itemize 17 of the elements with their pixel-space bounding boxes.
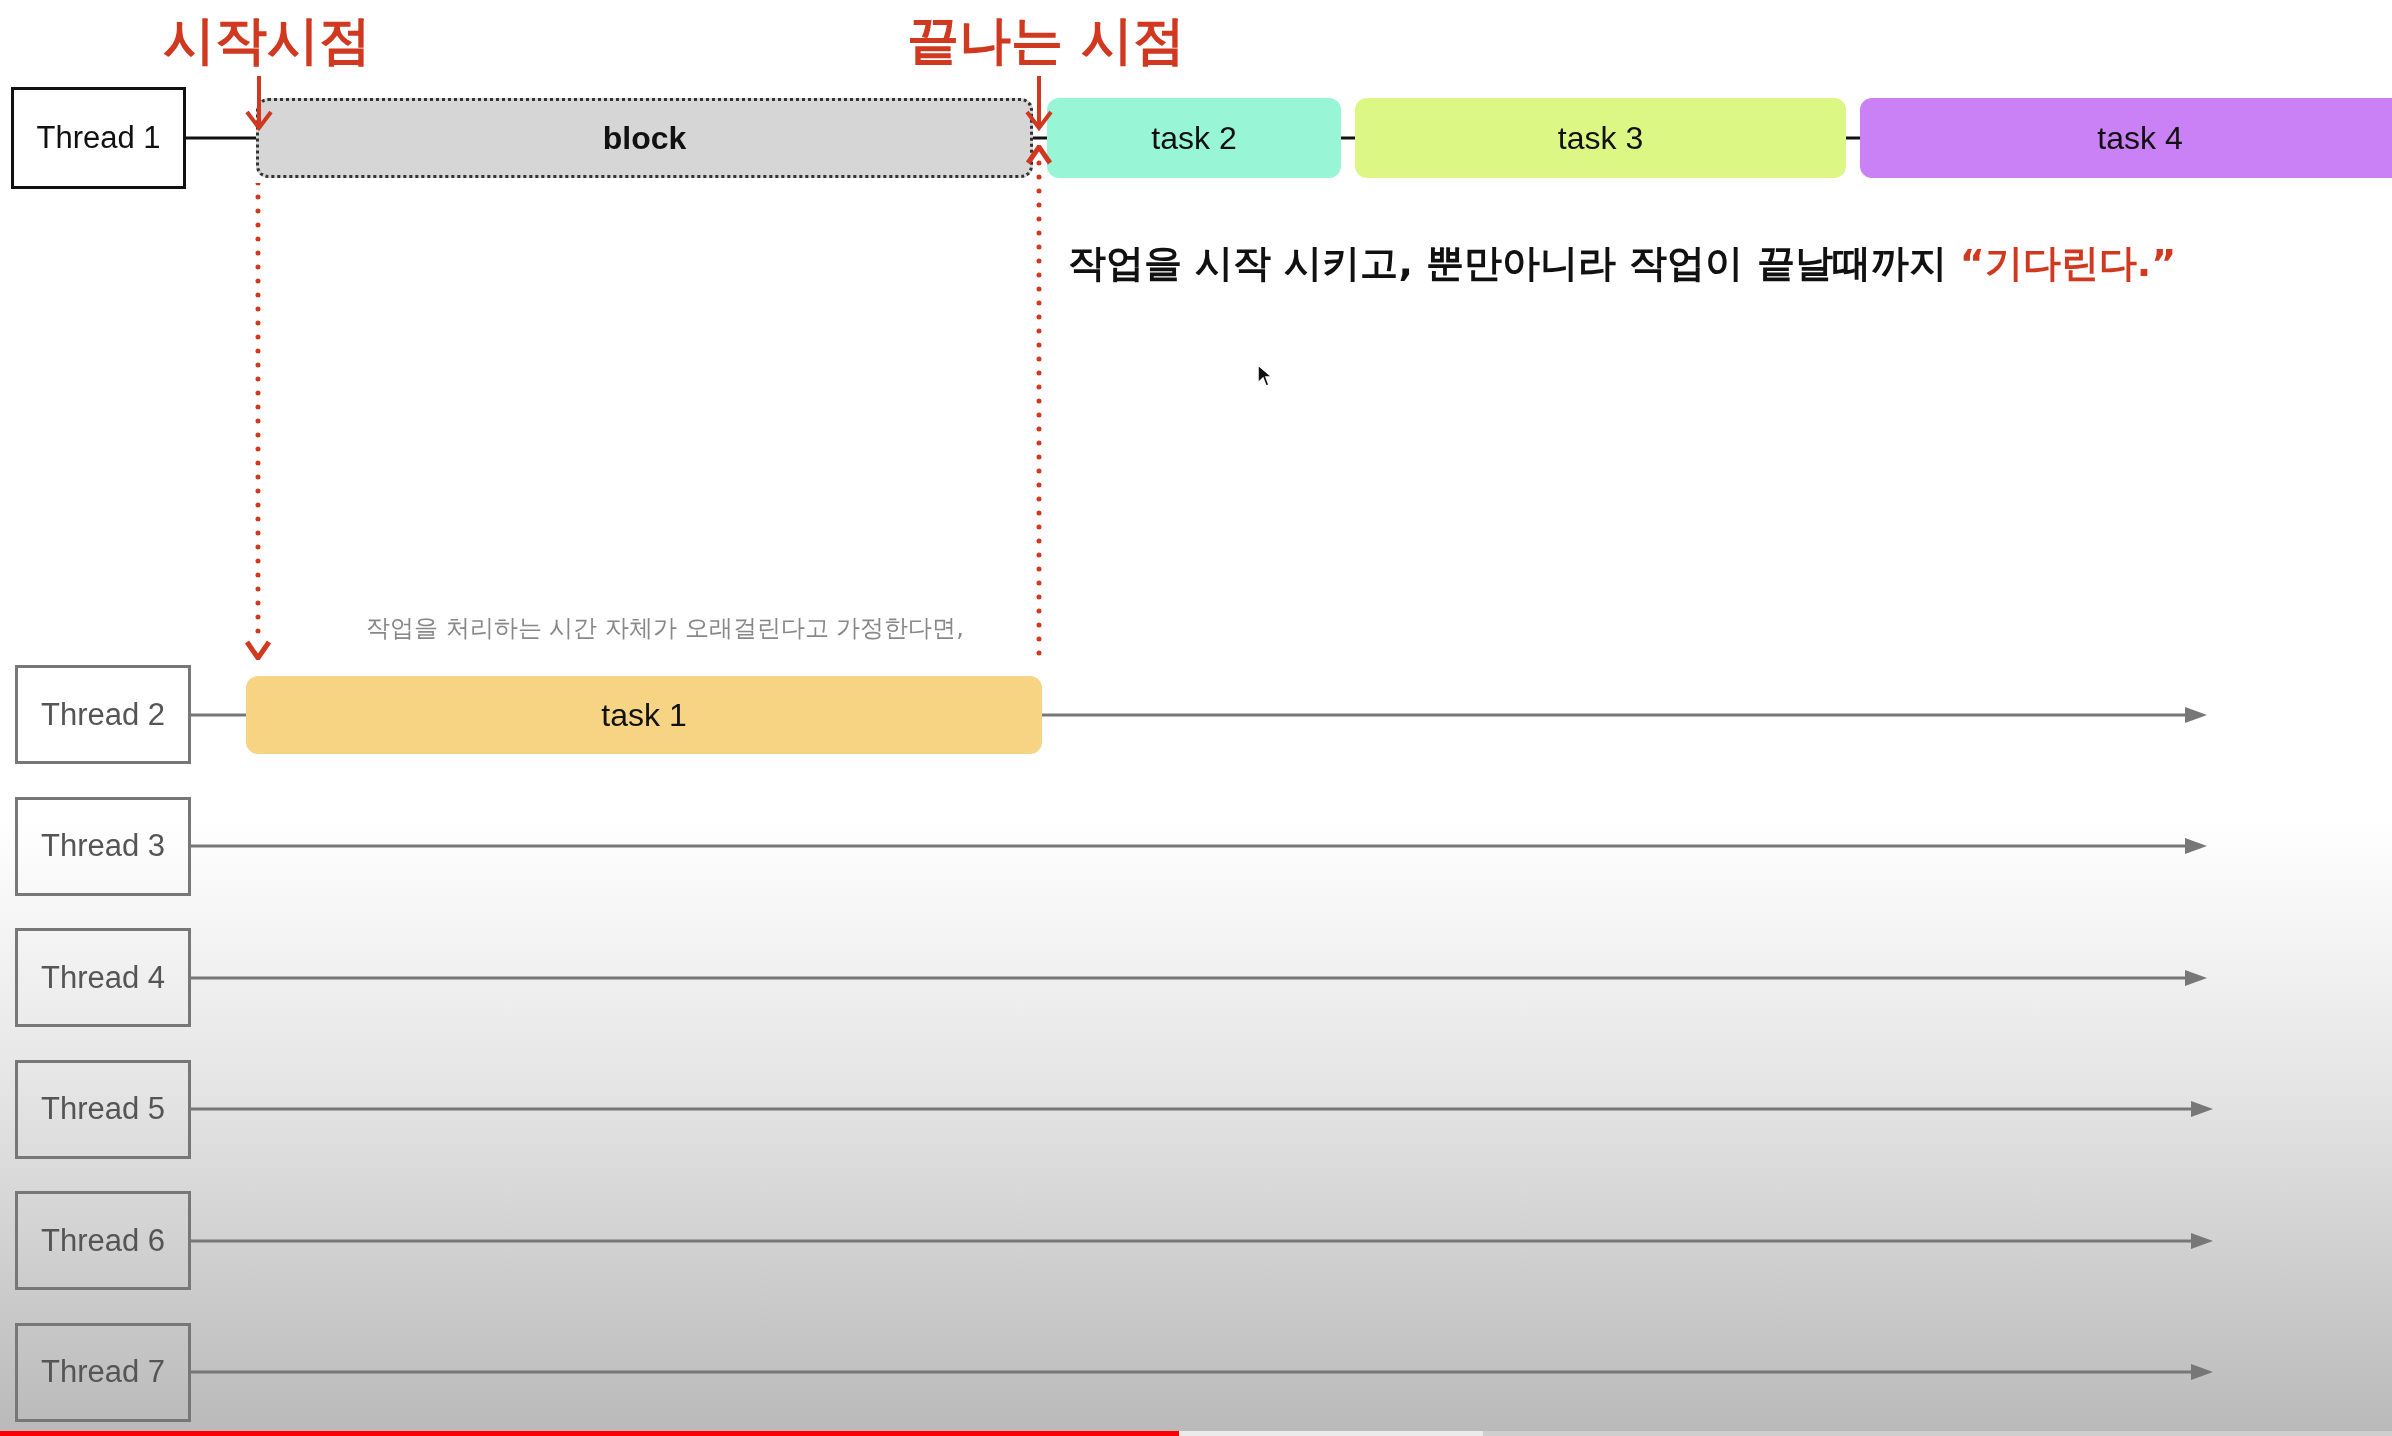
- end-point-label: 끝나는 시점: [907, 9, 1186, 72]
- block-bar: block: [256, 98, 1033, 178]
- thread-label: Thread 5: [15, 1059, 191, 1159]
- thread-label: Thread 3: [15, 796, 191, 896]
- task-bar: task 2: [1047, 98, 1341, 178]
- caption-text: 작업을 처리하는 시간 자체가 오래걸린다고 가정한다면,: [366, 613, 964, 644]
- thread-label: Thread 4: [15, 928, 191, 1027]
- thread-label: Thread 2: [15, 665, 191, 764]
- thread-label: Thread 6: [15, 1191, 191, 1290]
- task-bar: task 3: [1355, 98, 1846, 178]
- thread-label: Thread 1: [11, 87, 186, 189]
- task-bar: task 4: [1860, 98, 2392, 178]
- cursor-icon: [1257, 364, 1273, 388]
- explanation-text: 작업을 시작 시키고, 뿐만아니라 작업이 끝날때까지 “기다린다.”: [1068, 240, 2177, 287]
- thread-label: Thread 7: [15, 1322, 191, 1422]
- task-bar: task 1: [246, 676, 1042, 754]
- start-point-label: 시작시점: [163, 9, 371, 72]
